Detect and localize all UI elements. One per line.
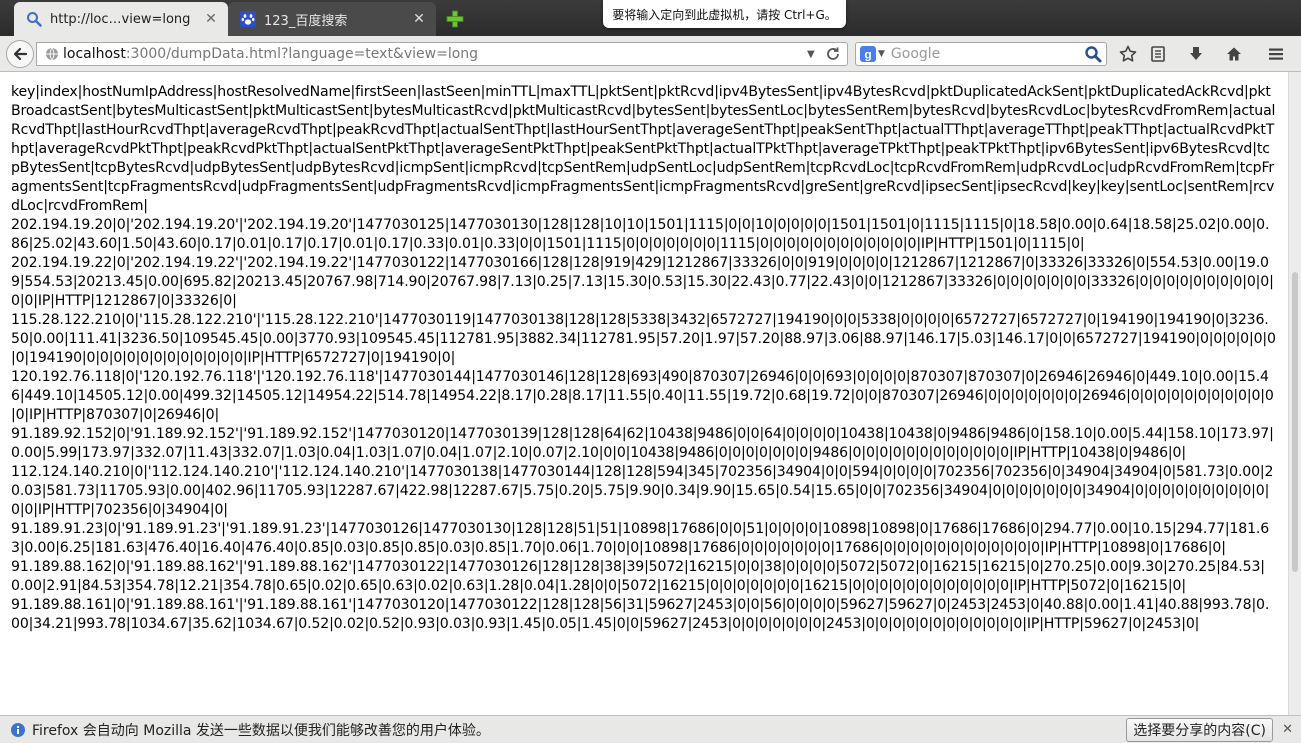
url-path: :3000/dumpData.html?language=text&view=l… (125, 46, 479, 62)
magnifier-icon[interactable] (1084, 45, 1102, 63)
tab-title: 123_百度搜索 (264, 13, 348, 29)
star-icon (1119, 45, 1137, 62)
new-tab-plus-icon[interactable] (446, 10, 464, 28)
baidu-paw-icon (240, 11, 256, 27)
bookmark-star-button[interactable] (1118, 44, 1138, 64)
menu-button[interactable] (1266, 44, 1286, 64)
bookmarks-list-icon (1151, 46, 1165, 62)
url-host: localhost (63, 46, 126, 62)
url-bar[interactable]: localhost:3000/dumpData.html?language=te… (36, 42, 848, 66)
back-arrow-icon (13, 47, 28, 61)
google-icon[interactable]: g (860, 46, 876, 62)
vm-input-notification: 要将输入定向到此虚拟机，请按 Ctrl+G。 (603, 0, 846, 28)
page-content: key|index|hostNumIpAddress|hostResolvedN… (0, 72, 1288, 715)
home-icon (1227, 47, 1241, 61)
history-dropdown-icon[interactable]: ▼ (807, 49, 819, 60)
download-arrow-icon (1190, 47, 1202, 60)
downloads-button[interactable] (1186, 44, 1206, 64)
search-bar[interactable]: g ▼ Google (855, 42, 1107, 66)
close-icon[interactable]: ✕ (412, 11, 426, 27)
close-icon[interactable]: ✕ (1282, 722, 1293, 737)
tab-title: http://loc…view=long (50, 11, 191, 27)
choose-what-to-share-button[interactable]: 选择要分享的内容(C) (1126, 717, 1273, 742)
bookmarks-menu-button[interactable] (1148, 44, 1168, 64)
svg-text:g: g (864, 48, 871, 62)
globe-icon (46, 47, 58, 61)
search-input[interactable]: Google (891, 46, 1084, 62)
dump-data-text: key|index|hostNumIpAddress|hostResolvedN… (11, 84, 1276, 632)
close-icon[interactable]: ✕ (204, 11, 218, 27)
tab-dumpdata[interactable]: http://loc…view=long ✕ (14, 2, 228, 36)
reload-icon[interactable] (825, 46, 841, 62)
scrollbar-thumb[interactable] (1292, 272, 1298, 572)
telemetry-notification-bar: Firefox 会自动向 Mozilla 发送一些数据以便我们能够改善您的用户体… (0, 715, 1301, 743)
notification-message: Firefox 会自动向 Mozilla 发送一些数据以便我们能够改善您的用户体… (32, 722, 490, 739)
navigation-toolbar: localhost:3000/dumpData.html?language=te… (0, 36, 1301, 72)
tab-strip: http://loc…view=long ✕ 123_百度搜索 ✕ 要将输入定向… (0, 0, 1301, 36)
search-icon (27, 12, 42, 27)
tab-baidu[interactable]: 123_百度搜索 ✕ (228, 2, 436, 36)
hamburger-menu-icon (1269, 48, 1283, 60)
search-engine-dropdown-icon[interactable]: ▼ (878, 49, 885, 59)
home-button[interactable] (1224, 44, 1244, 64)
url-text[interactable]: localhost:3000/dumpData.html?language=te… (63, 46, 807, 62)
vertical-scrollbar[interactable] (1288, 72, 1301, 715)
back-button[interactable] (6, 40, 34, 68)
info-icon (11, 722, 25, 737)
